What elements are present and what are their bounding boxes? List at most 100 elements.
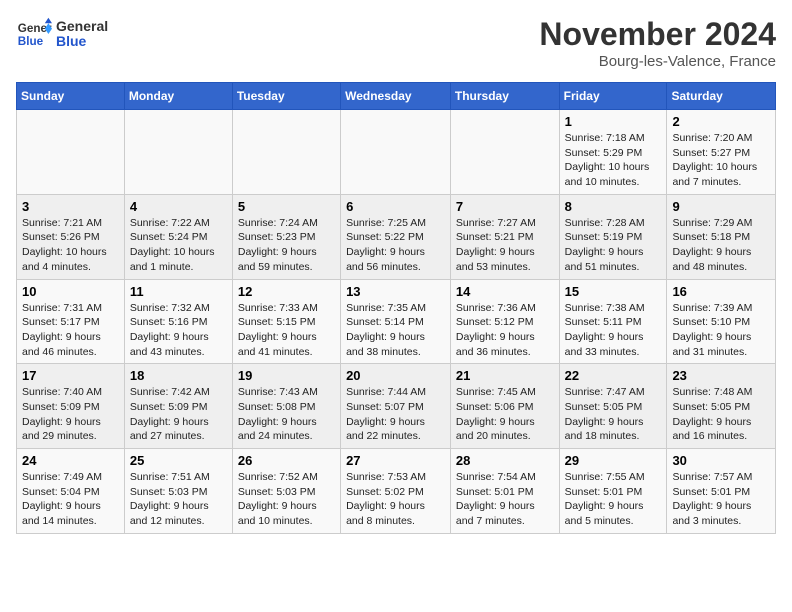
day-cell: 12 Sunrise: 7:33 AM Sunset: 5:15 PM Dayli… (232, 279, 340, 364)
day-info: Sunrise: 7:55 AM Sunset: 5:01 PM Dayligh… (565, 470, 662, 529)
day-cell: 27 Sunrise: 7:53 AM Sunset: 5:02 PM Dayli… (341, 449, 451, 534)
day-cell: 7 Sunrise: 7:27 AM Sunset: 5:21 PM Daylig… (450, 194, 559, 279)
day-info: Sunrise: 7:35 AM Sunset: 5:14 PM Dayligh… (346, 301, 445, 360)
day-cell (341, 110, 451, 195)
day-number: 9 (672, 199, 770, 214)
day-cell (232, 110, 340, 195)
day-cell: 23 Sunrise: 7:48 AM Sunset: 5:05 PM Dayli… (667, 364, 776, 449)
day-cell: 3Sunrise: 7:21 AM Sunset: 5:26 PM Daylig… (17, 194, 125, 279)
day-info: Sunrise: 7:57 AM Sunset: 5:01 PM Dayligh… (672, 470, 770, 529)
day-info: Sunrise: 7:43 AM Sunset: 5:08 PM Dayligh… (238, 385, 335, 444)
day-info: Sunrise: 7:33 AM Sunset: 5:15 PM Dayligh… (238, 301, 335, 360)
day-info: Sunrise: 7:24 AM Sunset: 5:23 PM Dayligh… (238, 216, 335, 275)
day-number: 8 (565, 199, 662, 214)
day-info: Sunrise: 7:29 AM Sunset: 5:18 PM Dayligh… (672, 216, 770, 275)
day-info: Sunrise: 7:52 AM Sunset: 5:03 PM Dayligh… (238, 470, 335, 529)
day-info: Sunrise: 7:39 AM Sunset: 5:10 PM Dayligh… (672, 301, 770, 360)
day-cell: 9 Sunrise: 7:29 AM Sunset: 5:18 PM Daylig… (667, 194, 776, 279)
day-number: 13 (346, 284, 445, 299)
day-cell: 21 Sunrise: 7:45 AM Sunset: 5:06 PM Dayli… (450, 364, 559, 449)
day-info: Sunrise: 7:45 AM Sunset: 5:06 PM Dayligh… (456, 385, 554, 444)
day-info: Sunrise: 7:31 AM Sunset: 5:17 PM Dayligh… (22, 301, 119, 360)
location-title: Bourg-les-Valence, France (539, 53, 776, 70)
day-cell: 28Sunrise: 7:54 AM Sunset: 5:01 PM Dayli… (450, 449, 559, 534)
day-cell: 8Sunrise: 7:28 AM Sunset: 5:19 PM Daylig… (559, 194, 667, 279)
week-row-2: 3Sunrise: 7:21 AM Sunset: 5:26 PM Daylig… (17, 194, 776, 279)
day-number: 20 (346, 368, 445, 383)
weekday-wednesday: Wednesday (341, 83, 451, 110)
day-cell: 24Sunrise: 7:49 AM Sunset: 5:04 PM Dayli… (17, 449, 125, 534)
day-info: Sunrise: 7:42 AM Sunset: 5:09 PM Dayligh… (130, 385, 227, 444)
day-number: 5 (238, 199, 335, 214)
weekday-friday: Friday (559, 83, 667, 110)
day-number: 14 (456, 284, 554, 299)
day-cell: 4Sunrise: 7:22 AM Sunset: 5:24 PM Daylig… (124, 194, 232, 279)
day-cell: 5 Sunrise: 7:24 AM Sunset: 5:23 PM Daylig… (232, 194, 340, 279)
day-number: 15 (565, 284, 662, 299)
week-row-4: 17Sunrise: 7:40 AM Sunset: 5:09 PM Dayli… (17, 364, 776, 449)
day-number: 25 (130, 453, 227, 468)
day-cell: 20 Sunrise: 7:44 AM Sunset: 5:07 PM Dayli… (341, 364, 451, 449)
day-number: 21 (456, 368, 554, 383)
day-cell: 16 Sunrise: 7:39 AM Sunset: 5:10 PM Dayli… (667, 279, 776, 364)
day-info: Sunrise: 7:38 AM Sunset: 5:11 PM Dayligh… (565, 301, 662, 360)
day-info: Sunrise: 7:20 AM Sunset: 5:27 PM Dayligh… (672, 131, 770, 190)
day-number: 28 (456, 453, 554, 468)
month-title: November 2024 (539, 16, 776, 53)
day-number: 24 (22, 453, 119, 468)
day-number: 11 (130, 284, 227, 299)
calendar-body: 1Sunrise: 7:18 AM Sunset: 5:29 PM Daylig… (17, 110, 776, 534)
weekday-sunday: Sunday (17, 83, 125, 110)
day-info: Sunrise: 7:27 AM Sunset: 5:21 PM Dayligh… (456, 216, 554, 275)
weekday-saturday: Saturday (667, 83, 776, 110)
day-cell: 26Sunrise: 7:52 AM Sunset: 5:03 PM Dayli… (232, 449, 340, 534)
day-number: 27 (346, 453, 445, 468)
day-number: 6 (346, 199, 445, 214)
day-number: 19 (238, 368, 335, 383)
day-number: 30 (672, 453, 770, 468)
day-number: 18 (130, 368, 227, 383)
day-info: Sunrise: 7:48 AM Sunset: 5:05 PM Dayligh… (672, 385, 770, 444)
day-cell: 6 Sunrise: 7:25 AM Sunset: 5:22 PM Daylig… (341, 194, 451, 279)
day-cell: 25 Sunrise: 7:51 AM Sunset: 5:03 PM Dayli… (124, 449, 232, 534)
day-number: 10 (22, 284, 119, 299)
day-cell: 2 Sunrise: 7:20 AM Sunset: 5:27 PM Daylig… (667, 110, 776, 195)
weekday-tuesday: Tuesday (232, 83, 340, 110)
day-number: 16 (672, 284, 770, 299)
day-cell: 29 Sunrise: 7:55 AM Sunset: 5:01 PM Dayli… (559, 449, 667, 534)
title-area: November 2024 Bourg-les-Valence, France (539, 16, 776, 70)
day-cell: 1Sunrise: 7:18 AM Sunset: 5:29 PM Daylig… (559, 110, 667, 195)
day-info: Sunrise: 7:18 AM Sunset: 5:29 PM Dayligh… (565, 131, 662, 190)
logo: General Blue General Blue (16, 16, 108, 52)
day-info: Sunrise: 7:25 AM Sunset: 5:22 PM Dayligh… (346, 216, 445, 275)
header: General Blue General Blue November 2024 … (16, 16, 776, 70)
day-number: 7 (456, 199, 554, 214)
day-info: Sunrise: 7:32 AM Sunset: 5:16 PM Dayligh… (130, 301, 227, 360)
day-info: Sunrise: 7:51 AM Sunset: 5:03 PM Dayligh… (130, 470, 227, 529)
day-number: 2 (672, 114, 770, 129)
day-cell: 14Sunrise: 7:36 AM Sunset: 5:12 PM Dayli… (450, 279, 559, 364)
weekday-monday: Monday (124, 83, 232, 110)
logo-text-blue: Blue (56, 34, 108, 49)
day-cell (17, 110, 125, 195)
day-info: Sunrise: 7:53 AM Sunset: 5:02 PM Dayligh… (346, 470, 445, 529)
day-cell (450, 110, 559, 195)
day-info: Sunrise: 7:47 AM Sunset: 5:05 PM Dayligh… (565, 385, 662, 444)
day-cell: 13 Sunrise: 7:35 AM Sunset: 5:14 PM Dayli… (341, 279, 451, 364)
day-cell: 15 Sunrise: 7:38 AM Sunset: 5:11 PM Dayli… (559, 279, 667, 364)
day-cell: 10 Sunrise: 7:31 AM Sunset: 5:17 PM Dayli… (17, 279, 125, 364)
day-cell: 11 Sunrise: 7:32 AM Sunset: 5:16 PM Dayli… (124, 279, 232, 364)
week-row-5: 24Sunrise: 7:49 AM Sunset: 5:04 PM Dayli… (17, 449, 776, 534)
day-number: 29 (565, 453, 662, 468)
logo-text-general: General (56, 19, 108, 34)
day-number: 22 (565, 368, 662, 383)
weekday-thursday: Thursday (450, 83, 559, 110)
day-cell: 18 Sunrise: 7:42 AM Sunset: 5:09 PM Dayli… (124, 364, 232, 449)
day-info: Sunrise: 7:44 AM Sunset: 5:07 PM Dayligh… (346, 385, 445, 444)
day-number: 12 (238, 284, 335, 299)
weekday-header-row: SundayMondayTuesdayWednesdayThursdayFrid… (17, 83, 776, 110)
svg-text:Blue: Blue (18, 35, 44, 48)
day-number: 23 (672, 368, 770, 383)
day-number: 17 (22, 368, 119, 383)
calendar-table: SundayMondayTuesdayWednesdayThursdayFrid… (16, 82, 776, 534)
